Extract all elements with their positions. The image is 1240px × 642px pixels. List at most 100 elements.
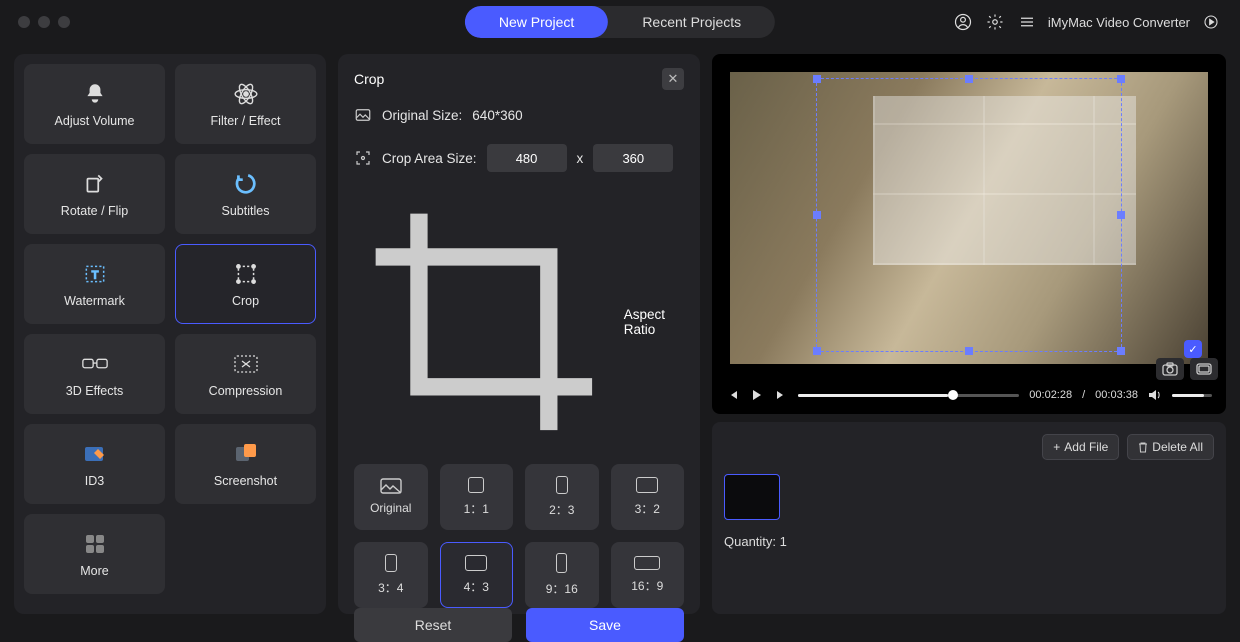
edit-icon: [81, 440, 109, 468]
rotate-icon: [81, 170, 109, 198]
crop-area-label: Crop Area Size:: [382, 151, 477, 166]
square-icon: [468, 477, 484, 493]
ratio-16-9[interactable]: 16：9: [611, 542, 685, 608]
ratio-label: 2：3: [549, 501, 574, 518]
grid-more-icon: [81, 530, 109, 558]
tool-id3[interactable]: ID3: [24, 424, 165, 504]
tool-compression[interactable]: Compression: [175, 334, 316, 414]
ratio-9-16[interactable]: 9：16: [525, 542, 599, 608]
tool-subtitles[interactable]: Subtitles: [175, 154, 316, 234]
aspect-ratio-header: Aspect Ratio: [354, 192, 684, 452]
panel-title: Crop: [354, 71, 384, 87]
tool-label: Screenshot: [214, 474, 277, 488]
crop-handle[interactable]: [813, 347, 821, 355]
tool-label: 3D Effects: [66, 384, 123, 398]
prev-button[interactable]: [726, 388, 740, 402]
save-button[interactable]: Save: [526, 608, 684, 642]
btn-label: Delete All: [1152, 440, 1203, 454]
ratio-3-4[interactable]: 3：4: [354, 542, 428, 608]
time-current: 00:02:28: [1029, 389, 1072, 401]
tools-sidebar: Adjust Volume Filter / Effect Rotate / F…: [14, 54, 326, 614]
crop-handle[interactable]: [1117, 347, 1125, 355]
ratio-original[interactable]: Original: [354, 464, 428, 530]
tool-adjust-volume[interactable]: Adjust Volume: [24, 64, 165, 144]
crop-handle[interactable]: [813, 75, 821, 83]
compare-button[interactable]: [1190, 358, 1218, 380]
crop-small-icon: [354, 192, 614, 452]
time-sep: /: [1082, 389, 1085, 401]
ratio-1-1[interactable]: 1：1: [440, 464, 514, 530]
ratio-3-2[interactable]: 3：2: [611, 464, 685, 530]
add-file-button[interactable]: +Add File: [1042, 434, 1119, 460]
crop-handle[interactable]: [965, 75, 973, 83]
tool-label: Adjust Volume: [55, 114, 135, 128]
video-preview: ✓ 00:02:28 / 00:03:38: [712, 54, 1226, 414]
reset-button[interactable]: Reset: [354, 608, 512, 642]
menu-icon[interactable]: [1016, 11, 1038, 33]
ratio-label: 4：3: [464, 578, 489, 595]
original-size-label: Original Size:: [382, 108, 462, 123]
crop-handle[interactable]: [1117, 211, 1125, 219]
tool-label: Filter / Effect: [211, 114, 281, 128]
settings-icon[interactable]: [984, 11, 1006, 33]
tab-recent-projects[interactable]: Recent Projects: [608, 6, 775, 38]
snapshot-button[interactable]: [1156, 358, 1184, 380]
crop-handle[interactable]: [1117, 75, 1125, 83]
header-right: iMyMac Video Converter: [952, 11, 1222, 33]
portrait-icon: [556, 476, 568, 494]
play-button[interactable]: [750, 388, 764, 402]
confirm-check-icon[interactable]: ✓: [1184, 340, 1202, 358]
ratio-label: Original: [370, 501, 411, 515]
player-controls: 00:02:28 / 00:03:38: [712, 382, 1226, 414]
close-icon: ✕: [668, 71, 679, 87]
crop-x-separator: x: [577, 151, 584, 166]
window-traffic-lights: [18, 16, 70, 28]
original-size-value: 640*360: [472, 108, 522, 123]
project-tabs: New Project Recent Projects: [465, 6, 775, 38]
tool-screenshot[interactable]: Screenshot: [175, 424, 316, 504]
maximize-window-dot[interactable]: [58, 16, 70, 28]
account-icon[interactable]: [952, 11, 974, 33]
compress-icon: [232, 350, 260, 378]
original-size-row: Original Size: 640*360: [354, 106, 684, 124]
tool-more[interactable]: More: [24, 514, 165, 594]
tool-3d-effects[interactable]: 3D Effects: [24, 334, 165, 414]
seek-slider[interactable]: [798, 394, 1019, 397]
crop-width-input[interactable]: [487, 144, 567, 172]
close-panel-button[interactable]: ✕: [662, 68, 684, 90]
crop-overlay[interactable]: [816, 78, 1122, 352]
video-frame[interactable]: ✓: [730, 72, 1208, 364]
file-thumbnail[interactable]: [724, 474, 780, 520]
play-circle-icon[interactable]: [1200, 11, 1222, 33]
focus-icon: [354, 149, 372, 167]
next-button[interactable]: [774, 388, 788, 402]
aspect-ratio-grid: Original 1：1 2：3 3：2 3：4 4：3 9：16 16：9: [354, 464, 684, 608]
ratio-2-3[interactable]: 2：3: [525, 464, 599, 530]
rect-icon: [465, 555, 487, 571]
ratio-4-3[interactable]: 4：3: [440, 542, 514, 608]
tool-label: Watermark: [64, 294, 125, 308]
quantity-row: Quantity: 1: [724, 534, 1214, 549]
crop-height-input[interactable]: [593, 144, 673, 172]
tool-rotate-flip[interactable]: Rotate / Flip: [24, 154, 165, 234]
tool-label: Rotate / Flip: [61, 204, 128, 218]
image-icon: [354, 106, 372, 124]
subtitles-icon: [232, 170, 260, 198]
crop-area-row: Crop Area Size: x: [354, 144, 684, 172]
tab-new-project[interactable]: New Project: [465, 6, 608, 38]
tool-label: ID3: [85, 474, 104, 488]
crop-handle[interactable]: [813, 211, 821, 219]
close-window-dot[interactable]: [18, 16, 30, 28]
tool-watermark[interactable]: T Watermark: [24, 244, 165, 324]
landscape-icon: [380, 478, 402, 494]
minimize-window-dot[interactable]: [38, 16, 50, 28]
volume-icon[interactable]: [1148, 388, 1162, 402]
crop-handle[interactable]: [965, 347, 973, 355]
volume-slider[interactable]: [1172, 394, 1212, 397]
tool-crop[interactable]: Crop: [175, 244, 316, 324]
tool-filter-effect[interactable]: Filter / Effect: [175, 64, 316, 144]
trash-icon: [1138, 442, 1148, 453]
ratio-label: 3：2: [635, 500, 660, 517]
watermark-icon: T: [81, 260, 109, 288]
delete-all-button[interactable]: Delete All: [1127, 434, 1214, 460]
